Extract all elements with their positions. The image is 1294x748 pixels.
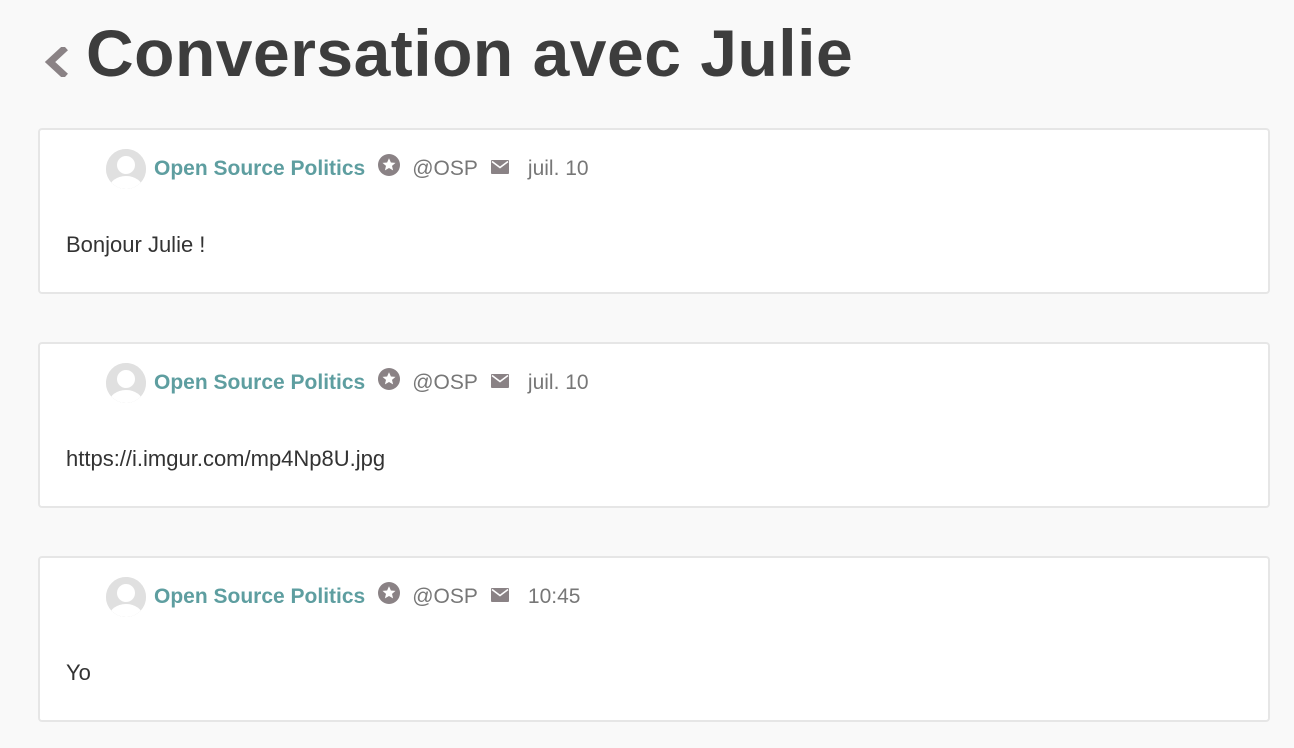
author-handle: @OSP bbox=[412, 371, 478, 394]
message-card: Open Source Politics @OSP juil. 10 https… bbox=[38, 342, 1270, 508]
author-name-link[interactable]: Open Source Politics bbox=[154, 585, 365, 609]
avatar[interactable] bbox=[106, 577, 146, 617]
avatar[interactable] bbox=[106, 363, 146, 403]
message-header: Open Source Politics @OSP juil. 10 bbox=[106, 362, 589, 404]
message-header: Open Source Politics @OSP juil. 10 bbox=[106, 148, 589, 190]
author-handle: @OSP bbox=[412, 585, 478, 608]
message-timestamp: juil. 10 bbox=[527, 371, 589, 394]
author-handle: @OSP bbox=[412, 157, 478, 180]
message-timestamp: juil. 10 bbox=[527, 157, 589, 180]
message-list: Open Source Politics @OSP juil. 10 Bonjo… bbox=[38, 128, 1270, 748]
conversation-page: Conversation avec Julie Open Source Poli… bbox=[0, 0, 1294, 748]
avatar[interactable] bbox=[106, 149, 146, 189]
message-timestamp: 10:45 bbox=[527, 585, 581, 608]
back-button[interactable] bbox=[38, 44, 74, 80]
envelope-icon[interactable] bbox=[490, 374, 509, 388]
author-name-link[interactable]: Open Source Politics bbox=[154, 157, 365, 181]
author-name-link[interactable]: Open Source Politics bbox=[154, 371, 365, 395]
user-silhouette-icon bbox=[106, 577, 146, 617]
message-card: Open Source Politics @OSP juil. 10 Bonjo… bbox=[38, 128, 1270, 294]
page-header: Conversation avec Julie bbox=[38, 8, 853, 98]
message-header: Open Source Politics @OSP 10:45 bbox=[106, 576, 580, 618]
message-body: https://i.imgur.com/mp4Np8U.jpg bbox=[66, 446, 386, 471]
message-body: Bonjour Julie ! bbox=[66, 232, 206, 257]
envelope-icon[interactable] bbox=[490, 588, 509, 602]
user-silhouette-icon bbox=[106, 149, 146, 189]
verified-star-badge-icon bbox=[378, 368, 401, 390]
verified-star-badge-icon bbox=[378, 154, 401, 176]
envelope-icon[interactable] bbox=[490, 160, 509, 174]
message-card: Open Source Politics @OSP 10:45 Yo bbox=[38, 556, 1270, 722]
message-body: Yo bbox=[66, 660, 91, 685]
chevron-left-icon bbox=[44, 47, 68, 77]
page-title: Conversation avec Julie bbox=[86, 16, 854, 90]
user-silhouette-icon bbox=[106, 363, 146, 403]
verified-star-badge-icon bbox=[378, 582, 401, 604]
